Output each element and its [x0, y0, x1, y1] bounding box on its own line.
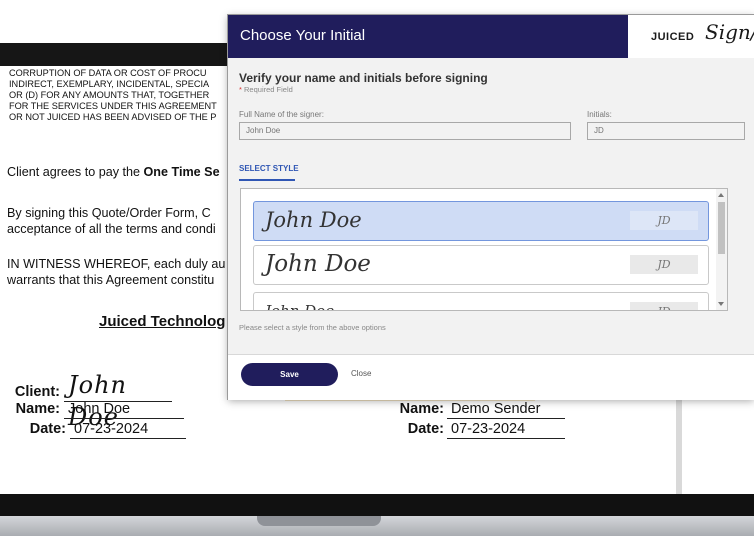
dialog-header: Choose Your Initial JUICED Sign/	[228, 15, 754, 58]
laptop-bezel	[0, 494, 754, 516]
style-list-scrollbar[interactable]	[716, 189, 727, 310]
style-initials: JD	[630, 211, 698, 230]
sender-name: Demo Sender	[447, 401, 565, 419]
scrollbar-thumb[interactable]	[718, 202, 725, 254]
signing-paragraph: By signing this Quote/Order Form, C acce…	[7, 205, 216, 237]
brand-logo: JUICED Sign/	[628, 15, 754, 58]
dialog-footer: Save Close	[228, 354, 754, 400]
style-signature: John Doe	[265, 302, 335, 311]
legal-line: FOR THE SERVICES UNDER THIS AGREEMENT	[9, 101, 217, 111]
client-label: Client:	[14, 384, 60, 400]
witness-paragraph: IN WITNESS WHEREOF, each duly au warrant…	[7, 256, 225, 288]
client-signature: John Doe	[64, 369, 172, 431]
company-heading: Juiced Technolog	[99, 313, 226, 330]
client-name: John Doe	[64, 401, 184, 419]
scroll-down-arrow-icon[interactable]	[718, 302, 724, 306]
initials-input[interactable]	[587, 122, 745, 140]
legal-line: CORRUPTION OF DATA OR COST OF PROCU	[9, 68, 207, 78]
required-note: * Required Field	[239, 85, 293, 94]
signing-line-1: By signing this Quote/Order Form, C	[7, 206, 211, 220]
witness-line-2: warrants that this Agreement constitu	[7, 273, 215, 287]
style-initials: JD	[630, 255, 698, 274]
legal-text: CORRUPTION OF DATA OR COST OF PROCU INDI…	[9, 68, 239, 123]
payment-text: Client agrees to pay the	[7, 165, 144, 179]
signing-line-2: acceptance of all the terms and condi	[7, 222, 216, 236]
style-list: John Doe JD John Doe JD John Doe JD	[241, 189, 715, 310]
sender-date: 07-23-2024	[447, 421, 565, 439]
close-button[interactable]: Close	[351, 369, 371, 378]
dialog-title: Choose Your Initial	[240, 27, 366, 44]
style-options-list: John Doe JD John Doe JD John Doe JD	[240, 188, 728, 311]
sender-date-label: Date:	[407, 421, 444, 437]
save-button[interactable]: Save	[241, 363, 338, 386]
style-option[interactable]: John Doe JD	[253, 201, 709, 241]
legal-line: INDIRECT, EXEMPLARY, INCIDENTAL, SPECIA	[9, 79, 210, 89]
choose-initial-dialog: Choose Your Initial JUICED Sign/ Verify …	[228, 15, 754, 400]
select-style-tab[interactable]: SELECT STYLE	[239, 164, 299, 173]
laptop-edge	[676, 398, 682, 494]
style-signature: John Doe	[265, 251, 371, 277]
client-date: 07-23-2024	[70, 421, 186, 439]
style-signature: John Doe	[265, 208, 362, 232]
laptop-notch	[257, 516, 381, 526]
payment-paragraph: Client agrees to pay the One Time Se	[7, 164, 220, 180]
required-star: *	[239, 85, 242, 94]
verify-heading: Verify your name and initials before sig…	[239, 71, 488, 85]
legal-line: OR (D) FOR ANY AMOUNTS THAT, TOGETHER	[9, 90, 210, 100]
legal-line: OR NOT JUICED HAS BEEN ADVISED OF THE P	[9, 112, 217, 122]
style-hint: Please select a style from the above opt…	[239, 323, 386, 332]
style-initials: JD	[630, 302, 698, 310]
style-option[interactable]: John Doe JD	[253, 292, 709, 311]
dialog-body: Verify your name and initials before sig…	[228, 58, 754, 354]
witness-line-1: IN WITNESS WHEREOF, each duly au	[7, 257, 226, 271]
client-date-label: Date:	[29, 421, 66, 437]
scroll-up-arrow-icon[interactable]	[718, 193, 724, 197]
payment-bold-text: One Time Se	[143, 165, 220, 179]
brand-logo-juiced: JUICED	[651, 31, 695, 43]
full-name-label: Full Name of the signer:	[239, 110, 324, 119]
select-style-underline	[239, 179, 295, 181]
sender-name-label: Name:	[399, 401, 444, 417]
brand-logo-sign: Sign/	[705, 20, 754, 44]
required-text: Required Field	[244, 85, 293, 94]
style-option[interactable]: John Doe JD	[253, 245, 709, 285]
client-name-label: Name:	[15, 401, 60, 417]
full-name-input[interactable]	[239, 122, 571, 140]
initials-label: Initials:	[587, 110, 612, 119]
